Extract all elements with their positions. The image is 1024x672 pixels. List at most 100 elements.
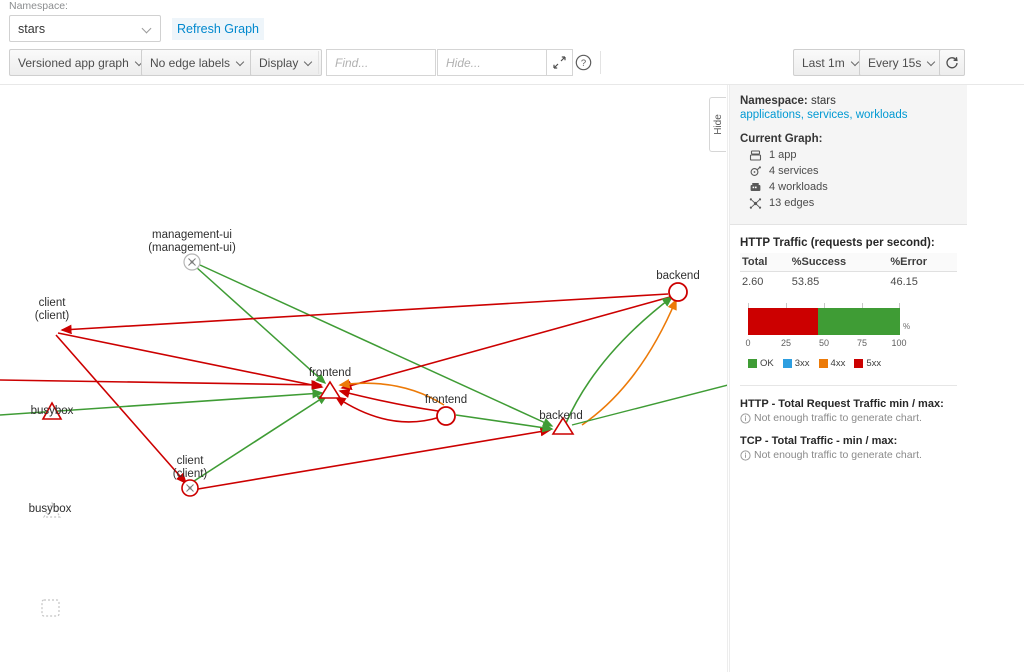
info-icon xyxy=(740,449,751,461)
display-dropdown[interactable]: Display xyxy=(250,49,323,76)
app-icon xyxy=(748,148,762,162)
chevron-down-icon xyxy=(143,24,152,33)
duration-dropdown[interactable]: Last 1m xyxy=(793,49,869,76)
legend-swatch-3xx xyxy=(782,359,792,368)
chevron-down-icon xyxy=(305,59,313,67)
refresh-icon xyxy=(946,56,958,68)
help-button[interactable]: ? xyxy=(573,52,593,72)
chevron-down-icon xyxy=(928,59,936,67)
hide-side-panel-tab[interactable]: Hide xyxy=(709,97,726,152)
graph-type-dropdown[interactable]: Versioned app graph xyxy=(9,49,153,76)
side-panel-namespace-row: Namespace: stars xyxy=(740,95,957,107)
graph-canvas[interactable]: management-ui (management-ui) client (cl… xyxy=(0,85,728,672)
refresh-interval-dropdown[interactable]: Every 15s xyxy=(859,49,946,76)
current-graph-services: 4 services xyxy=(748,164,957,178)
node-backend-app[interactable] xyxy=(668,282,688,302)
link-workloads[interactable]: workloads xyxy=(856,109,908,121)
xtick-0: 0 xyxy=(745,338,751,348)
legend-item-4xx[interactable]: 4xx xyxy=(818,358,845,369)
duration-label: Last 1m xyxy=(802,55,845,70)
edge-clientbottom-frontendsvc[interactable] xyxy=(190,394,329,484)
current-graph-title: Current Graph: xyxy=(740,133,823,145)
http-minmax-section: HTTP - Total Request Traffic min / max: … xyxy=(740,398,957,424)
chevron-down-icon xyxy=(237,59,245,67)
edge-clienttop-clientbottom[interactable] xyxy=(55,334,188,485)
percent-axis-label: % xyxy=(903,322,911,331)
legend-item-ok[interactable]: OK xyxy=(748,358,774,369)
toolbar-row-2: Versioned app graph No edge labels Displ… xyxy=(0,49,1024,78)
http-traffic-table: Total %Success %Error 2.60 53.85 46.15 xyxy=(740,253,957,292)
expand-icon xyxy=(553,56,566,69)
info-icon xyxy=(740,412,751,424)
expand-find-hide-button[interactable] xyxy=(547,49,573,76)
legend-item-3xx[interactable]: 3xx xyxy=(782,358,810,369)
current-graph-edges-label: 13 edges xyxy=(769,197,815,209)
node-client-bottom[interactable] xyxy=(181,479,199,497)
display-label: Display xyxy=(259,55,299,70)
refresh-graph-button[interactable]: Refresh Graph xyxy=(172,18,264,40)
node-busybox-service[interactable] xyxy=(42,501,62,518)
edge-labels-label: No edge labels xyxy=(150,55,231,70)
legend-label-5xx: 5xx xyxy=(866,358,882,369)
edge-backendsvc-right[interactable] xyxy=(571,384,728,426)
top-toolbar: Namespace: stars Refresh Graph Versioned… xyxy=(0,0,1024,85)
legend-label-ok: OK xyxy=(760,358,774,369)
node-frontend-service[interactable] xyxy=(318,380,342,399)
namespace-select[interactable]: stars xyxy=(9,15,161,42)
edge-backendsvc-backendapp-4xx[interactable] xyxy=(581,298,677,426)
legend-swatch-5xx xyxy=(854,359,864,368)
edges-icon xyxy=(748,196,762,210)
node-management-ui[interactable] xyxy=(183,253,201,271)
namespace-select-value: stars xyxy=(18,21,46,36)
namespace-key: Namespace: xyxy=(740,95,808,107)
legend-item-5xx[interactable]: 5xx xyxy=(854,358,881,369)
http-minmax-note: Not enough traffic to generate chart. xyxy=(740,412,957,424)
graph-edges xyxy=(0,264,728,490)
toolbar-divider-2 xyxy=(600,51,601,74)
edge-clienttop-frontendsvc[interactable] xyxy=(57,332,324,390)
tcp-minmax-note-text: Not enough traffic to generate chart. xyxy=(754,449,922,461)
reload-button[interactable] xyxy=(939,49,965,76)
node-backend-service[interactable] xyxy=(551,416,575,435)
legend-swatch-ok xyxy=(748,359,757,368)
col-success: %Success xyxy=(789,253,889,272)
kiali-graph-page: Namespace: stars Refresh Graph Versioned… xyxy=(0,0,1024,672)
edge-frontendapp-backendsvc[interactable] xyxy=(455,414,554,433)
http-traffic-title: HTTP Traffic (requests per second): xyxy=(740,237,935,249)
link-services[interactable]: services xyxy=(807,109,849,121)
service-graph-svg xyxy=(0,253,728,617)
bar-segment-ok[interactable] xyxy=(818,308,900,335)
namespace-value: stars xyxy=(810,95,836,107)
bar-segment-5xx[interactable] xyxy=(748,308,819,335)
hide-tab-label: Hide xyxy=(712,114,724,135)
summary-side-panel: Namespace: stars applications, services,… xyxy=(729,85,967,672)
table-row: 2.60 53.85 46.15 xyxy=(740,272,957,293)
col-total: Total xyxy=(740,253,790,272)
edge-backendapp-clienttop[interactable] xyxy=(60,293,669,335)
current-graph-workloads: 4 workloads xyxy=(748,180,957,194)
edge-clientbottom-backendsvc[interactable] xyxy=(197,426,552,490)
tcp-minmax-section: TCP - Total Traffic - min / max: Not eno… xyxy=(740,435,957,461)
find-input[interactable] xyxy=(326,49,436,76)
edge-mgmtui-backend[interactable] xyxy=(199,264,554,427)
node-busybox-app[interactable] xyxy=(41,599,60,617)
workload-icon xyxy=(748,180,762,194)
help-circle-icon: ? xyxy=(575,54,591,70)
side-panel-header: Namespace: stars applications, services,… xyxy=(730,85,967,225)
hide-input[interactable] xyxy=(437,49,547,76)
xtick-3: 75 xyxy=(856,338,868,348)
edge-left-frontendsvc-err[interactable] xyxy=(0,379,323,390)
current-graph-apps: 1 app xyxy=(748,148,957,162)
side-panel-links: applications, services, workloads xyxy=(740,109,908,121)
tcp-minmax-title: TCP - Total Traffic - min / max: xyxy=(740,435,898,447)
http-minmax-title: HTTP - Total Request Traffic min / max: xyxy=(740,398,944,410)
toolbar-divider xyxy=(318,51,319,74)
http-minmax-note-text: Not enough traffic to generate chart. xyxy=(754,412,922,424)
node-frontend-app[interactable] xyxy=(436,406,456,426)
link-applications[interactable]: applications xyxy=(740,109,801,121)
tcp-minmax-note: Not enough traffic to generate chart. xyxy=(740,449,957,461)
current-graph-apps-label: 1 app xyxy=(769,149,797,161)
xtick-4: 100 xyxy=(891,338,907,348)
edge-labels-dropdown[interactable]: No edge labels xyxy=(141,49,255,76)
namespace-label: Namespace: xyxy=(9,0,68,12)
